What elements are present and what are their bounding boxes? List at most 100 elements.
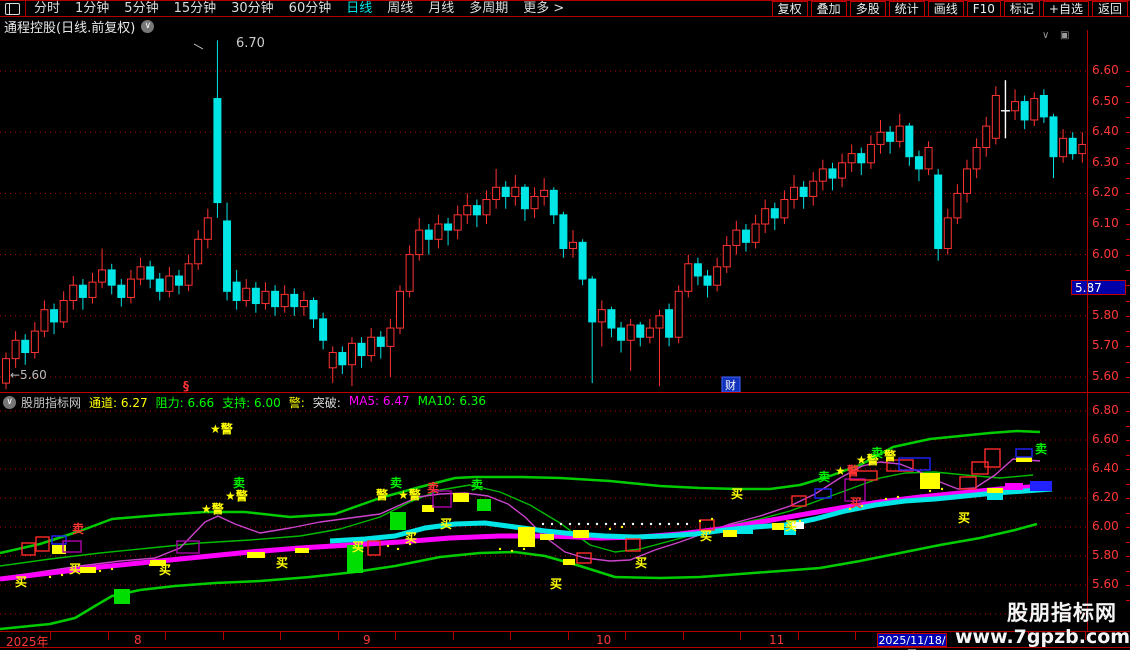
candle-body [645,327,654,338]
candle-body [626,324,635,341]
edge-tick [1126,116,1130,118]
candle-body [914,156,923,170]
candle-body [501,186,510,197]
candle-body [693,263,702,277]
candle-body [770,208,779,219]
period-tab-日线[interactable]: 日线 [346,1,372,16]
candle-body [828,168,837,179]
edge-tick [1126,254,1130,256]
date-tick [223,632,224,640]
candle-body [309,300,318,320]
edge-tick [1126,599,1130,601]
period-tab-分时[interactable]: 分时 [34,1,60,16]
yellow-dot [510,549,514,553]
indicator-axis-label: 6.40 [1092,461,1119,475]
edge-tick [1126,178,1130,180]
signal-block [1030,481,1052,491]
signal-block [1005,483,1023,490]
signal-marker-卖: 卖 [427,480,439,495]
yellow-dot [620,525,624,529]
edge-tick [1126,440,1130,441]
period-tab-1分钟[interactable]: 1分钟 [75,1,109,16]
signal-marker-买: 买 [700,529,712,543]
period-tab-15分钟[interactable]: 15分钟 [174,1,217,16]
toolbar-button-叠加[interactable]: 叠加 [810,0,847,17]
candle-body [396,290,405,329]
toolbar-button-F10[interactable]: F10 [966,0,1001,17]
signal-block [723,530,737,537]
toolbar-button-统计[interactable]: 统计 [888,0,925,17]
candle-body [559,214,568,249]
edge-tick [1126,346,1130,348]
candle-body [21,339,30,354]
candle-body [991,94,1000,139]
candle-body [271,290,280,308]
period-tab-5分钟[interactable]: 5分钟 [124,1,158,16]
date-label-8: 8 [134,633,142,647]
price-axis-label: 6.00 [1092,246,1119,261]
white-dot [595,522,599,526]
toolbar-button-复权[interactable]: 复权 [771,0,808,17]
white-dot [658,522,662,526]
price-axis-label: 6.40 [1092,124,1119,139]
watermark-site-name: 股朋指标网 [1007,601,1117,625]
edge-tick [1126,300,1130,302]
candle-body [126,278,135,298]
yellow-dot [928,489,932,493]
candle-body [107,269,116,286]
candle-body [434,223,443,240]
main-candlestick-chart[interactable]: 6.70 ←5.60 § 财 [0,30,1086,392]
white-dot [649,522,653,526]
white-dot [631,522,635,526]
period-tab-多周期[interactable]: 多周期 [469,1,508,16]
signal-block [453,493,469,502]
edge-tick [1126,147,1130,149]
yellow-dot [396,547,400,551]
signal-marker-★警: ★警 [398,487,421,502]
toolbar-button-画线[interactable]: 画线 [927,0,964,17]
candle-body [280,293,289,308]
edge-tick [1126,239,1130,241]
price-axis-label: 6.10 [1092,216,1119,230]
period-tab-周线[interactable]: 周线 [387,1,413,16]
signal-box [1015,448,1033,458]
indicator-chevron-icon[interactable]: ∨ [3,395,16,409]
date-tick [510,632,511,640]
period-tab-月线[interactable]: 月线 [428,1,454,16]
date-tick [798,632,799,640]
axis-border [1087,30,1088,648]
candle-body [357,342,366,357]
yellow-dot [940,487,944,491]
period-tab-30分钟[interactable]: 30分钟 [231,1,274,16]
signal-marker-卖: 卖 [233,475,245,490]
indicator-axis-label: 6.00 [1092,519,1119,533]
candle-body [982,125,991,149]
layout-icon[interactable] [5,2,20,15]
edge-tick [1126,541,1130,543]
edge-tick [1126,208,1130,210]
edge-tick [1126,483,1130,485]
price-axis-label: 6.60 [1092,63,1119,77]
candle-body [1039,94,1048,118]
edge-tick [1126,285,1130,287]
yellow-dot [260,552,264,556]
toolbar-button-多股[interactable]: 多股 [849,0,886,17]
candle-body [713,266,722,286]
white-dot [685,522,689,526]
toolbar-button-标记[interactable]: 标记 [1003,0,1040,17]
signal-marker-买: 买 [731,487,743,501]
candle-body [1030,98,1039,121]
candle-body [972,147,981,170]
period-tab-更多 >[interactable]: 更多 > [523,1,564,16]
white-dot [568,522,572,526]
toolbar-button-返回[interactable]: 返回 [1091,0,1128,17]
white-dot [541,522,545,526]
toolbar-button-+自选[interactable]: +自选 [1042,0,1089,17]
period-tab-60分钟[interactable]: 60分钟 [289,1,332,16]
yellow-dot [608,527,612,531]
indicator-chart[interactable]: ★警卖★警★警卖买买买买买警卖★警卖卖买买买买买买买卖 ★ 警★警卖 警买买卖 [0,408,1086,631]
candle-body [578,241,587,280]
yellow-dot [248,554,252,558]
candle-body [876,131,885,145]
signal-marker-买: 买 [159,563,171,577]
